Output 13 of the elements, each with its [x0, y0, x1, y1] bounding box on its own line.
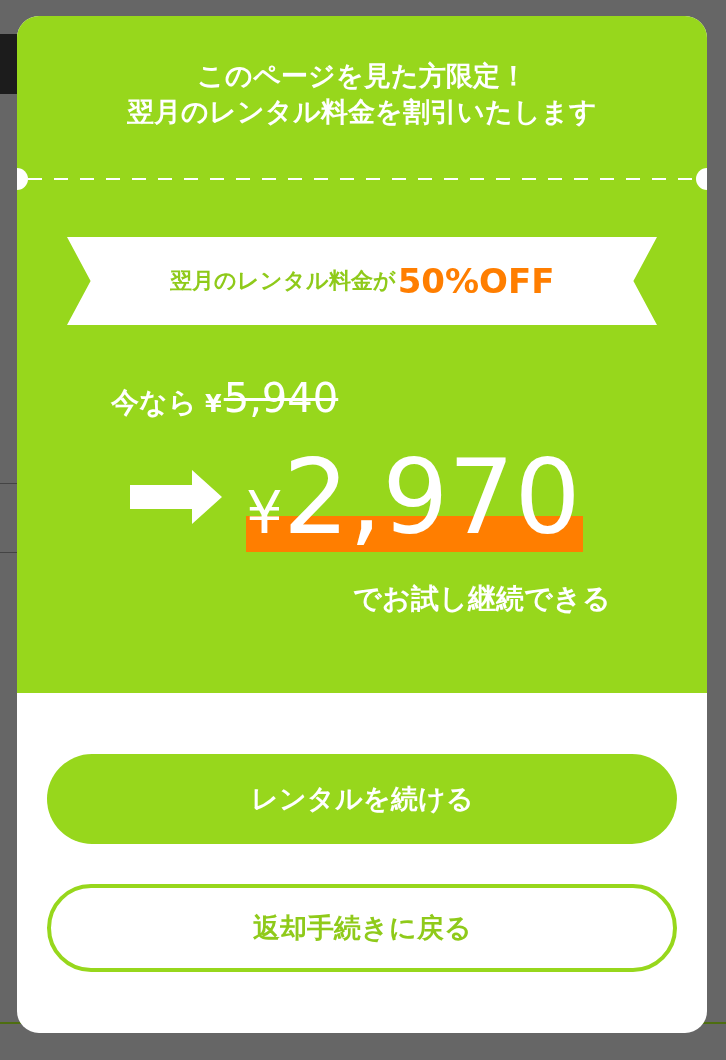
new-price: 2,970	[282, 442, 581, 552]
currency-sign: ¥	[205, 390, 222, 418]
currency-sign: ¥	[246, 479, 283, 547]
offer-note: でお試し継続できる	[353, 581, 611, 617]
headline-text: このページを見た方限定！	[197, 59, 527, 93]
now-label: 今なら	[111, 385, 197, 421]
headline-text: 翌月のレンタル料金を割引いたします	[127, 95, 597, 129]
discount-text: 50%OFF	[397, 261, 555, 301]
old-price: 5,940	[223, 375, 339, 421]
arrow-icon	[130, 470, 222, 524]
return-button[interactable]: 返却手続きに戻る	[47, 884, 677, 972]
continue-button[interactable]: レンタルを続ける	[47, 754, 677, 844]
ribbon-text: 翌月のレンタル料金が	[169, 267, 396, 295]
